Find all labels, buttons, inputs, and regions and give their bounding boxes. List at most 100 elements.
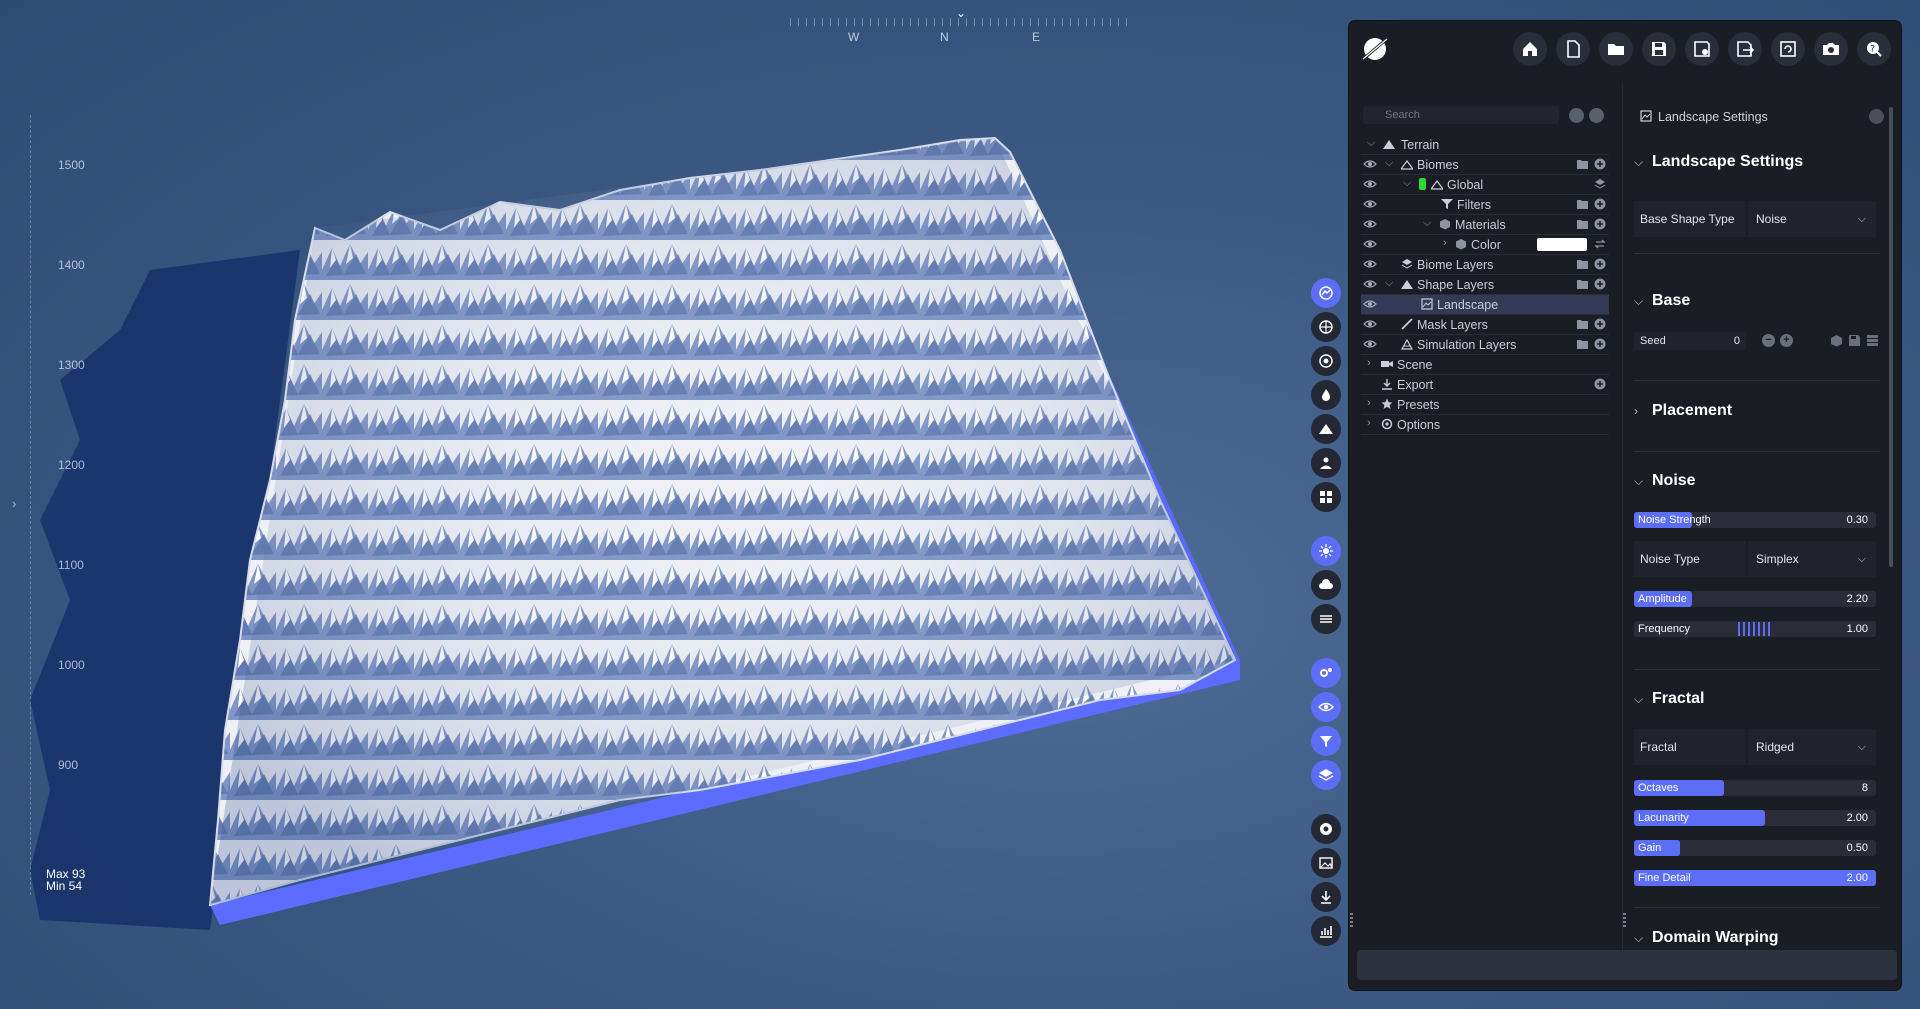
settings-scrollbar[interactable] xyxy=(1889,107,1893,567)
amplitude-slider[interactable]: Amplitude 2.20 xyxy=(1634,591,1876,607)
tree-item-scene[interactable]: › Scene xyxy=(1361,355,1609,375)
add-icon[interactable] xyxy=(1594,218,1606,230)
pane-divider[interactable] xyxy=(1622,83,1623,953)
chevron-right-icon[interactable]: › xyxy=(1367,397,1371,409)
stack-icon[interactable] xyxy=(1866,334,1879,347)
search-input[interactable] xyxy=(1363,106,1559,124)
fractal-field[interactable]: Fractal Ridged ⌵ xyxy=(1634,729,1880,765)
noise-strength-slider[interactable]: Noise Strength 0.30 xyxy=(1634,512,1876,528)
mountain-tool-icon[interactable] xyxy=(1311,414,1341,444)
chevron-right-icon[interactable]: › xyxy=(12,496,16,511)
chevron-down-icon[interactable]: ⌵ xyxy=(1385,277,1393,290)
command-input[interactable] xyxy=(1357,950,1897,980)
eye-icon[interactable] xyxy=(1363,298,1377,310)
tree-item-presets[interactable]: › Presets xyxy=(1361,395,1609,415)
tree-item-options[interactable]: › Options xyxy=(1361,415,1609,435)
section-placement[interactable]: › Placement xyxy=(1634,402,1732,420)
terrain-tool-icon[interactable] xyxy=(1311,278,1341,308)
chevron-down-icon[interactable]: ⌵ xyxy=(1403,177,1411,190)
folder-icon[interactable] xyxy=(1577,319,1588,329)
folder-icon[interactable] xyxy=(1577,159,1588,169)
lacunarity-slider[interactable]: Lacunarity 2.00 xyxy=(1634,810,1876,826)
stats-tool-icon[interactable] xyxy=(1311,916,1341,946)
decrement-icon[interactable]: − xyxy=(1762,334,1775,347)
chevron-down-icon[interactable]: ⌵ xyxy=(1385,157,1393,170)
tree-item-global[interactable]: ⌵ Global xyxy=(1361,175,1609,195)
tree-item-filters[interactable]: Filters xyxy=(1361,195,1609,215)
noise-type-field[interactable]: Noise Type Simplex ⌵ xyxy=(1634,541,1880,577)
add-icon[interactable] xyxy=(1594,158,1606,170)
eye-icon[interactable] xyxy=(1363,258,1377,270)
gain-slider[interactable]: Gain 0.50 xyxy=(1634,840,1876,856)
eye-icon[interactable] xyxy=(1363,218,1377,230)
globe-tool-icon[interactable] xyxy=(1311,312,1341,342)
layers-tool-icon[interactable] xyxy=(1311,760,1341,790)
image-tool-icon[interactable] xyxy=(1311,848,1341,878)
section-fractal[interactable]: ⌵ Fractal xyxy=(1634,690,1704,708)
camera-icon[interactable] xyxy=(1814,32,1848,66)
folder-icon[interactable] xyxy=(1577,219,1588,229)
tree-item-color[interactable]: › Color xyxy=(1361,235,1609,255)
compass[interactable]: ⌄ W N E xyxy=(790,6,1130,44)
eye-icon[interactable] xyxy=(1363,278,1377,290)
download-tool-icon[interactable] xyxy=(1311,882,1341,912)
tree-item-landscape[interactable]: Landscape xyxy=(1361,295,1609,315)
settings-cog-tool-icon[interactable] xyxy=(1311,658,1341,688)
eye-icon[interactable] xyxy=(1363,198,1377,210)
tree-item-terrain[interactable]: ⌵ Terrain xyxy=(1361,135,1609,155)
resize-grip-icon[interactable] xyxy=(1350,913,1353,927)
terrain-render[interactable] xyxy=(0,0,1340,1009)
home-icon[interactable] xyxy=(1513,32,1547,66)
add-icon[interactable] xyxy=(1594,338,1606,350)
tree-item-biome-layers[interactable]: Biome Layers xyxy=(1361,255,1609,275)
fine-detail-slider[interactable]: Fine Detail 2.00 xyxy=(1634,870,1876,886)
section-noise[interactable]: ⌵ Noise xyxy=(1634,472,1696,490)
seed-field[interactable]: Seed 0 xyxy=(1634,332,1746,350)
tree-item-simulation-layers[interactable]: Simulation Layers xyxy=(1361,335,1609,355)
increment-icon[interactable]: + xyxy=(1780,334,1793,347)
collapse-all-icon[interactable] xyxy=(1569,108,1584,123)
tree-item-export[interactable]: Export xyxy=(1361,375,1609,395)
eye-icon[interactable] xyxy=(1363,338,1377,350)
section-domain-warping[interactable]: ⌵ Domain Warping xyxy=(1634,929,1779,947)
cloud-tool-icon[interactable] xyxy=(1311,570,1341,600)
chevron-down-icon[interactable]: ⌵ xyxy=(1423,217,1431,230)
refresh-icon[interactable] xyxy=(1771,32,1805,66)
base-shape-type-select[interactable]: Noise ⌵ xyxy=(1748,201,1876,237)
eye-icon[interactable] xyxy=(1363,178,1377,190)
open-folder-icon[interactable] xyxy=(1599,32,1633,66)
folder-icon[interactable] xyxy=(1577,259,1588,269)
add-icon[interactable] xyxy=(1594,278,1606,290)
expand-all-icon[interactable] xyxy=(1589,108,1604,123)
eye-tool-icon[interactable] xyxy=(1311,692,1341,722)
fire-tool-icon[interactable] xyxy=(1311,380,1341,410)
section-landscape-settings[interactable]: ⌵ Landscape Settings xyxy=(1634,153,1803,171)
eye-icon[interactable] xyxy=(1363,158,1377,170)
octaves-slider[interactable]: Octaves 8 xyxy=(1634,780,1876,796)
color-swatch[interactable] xyxy=(1537,238,1587,251)
render-tool-icon[interactable] xyxy=(1311,814,1341,844)
save-icon[interactable] xyxy=(1848,334,1861,347)
frequency-slider[interactable]: Frequency 1.00 xyxy=(1634,621,1876,637)
add-icon[interactable] xyxy=(1594,198,1606,210)
save-as-icon[interactable] xyxy=(1685,32,1719,66)
base-shape-type-field[interactable]: Base Shape Type Noise ⌵ xyxy=(1634,201,1880,237)
resize-grip-icon[interactable] xyxy=(1623,913,1626,927)
folder-icon[interactable] xyxy=(1577,339,1588,349)
water-tool-icon[interactable] xyxy=(1311,346,1341,376)
folder-icon[interactable] xyxy=(1577,199,1588,209)
new-file-icon[interactable] xyxy=(1556,32,1590,66)
filter-tool-icon[interactable] xyxy=(1311,726,1341,756)
chevron-right-icon[interactable]: › xyxy=(1443,237,1447,249)
eye-icon[interactable] xyxy=(1363,238,1377,250)
chevron-right-icon[interactable]: › xyxy=(1367,357,1371,369)
save-icon[interactable] xyxy=(1642,32,1676,66)
folder-icon[interactable] xyxy=(1577,279,1588,289)
sun-tool-icon[interactable] xyxy=(1311,536,1341,566)
tree-item-shape-layers[interactable]: ⌵ Shape Layers xyxy=(1361,275,1609,295)
add-icon[interactable] xyxy=(1594,318,1606,330)
noise-type-select[interactable]: Simplex ⌵ xyxy=(1748,541,1876,577)
export-icon[interactable] xyxy=(1728,32,1762,66)
swap-icon[interactable] xyxy=(1594,238,1606,250)
chevron-down-icon[interactable]: ⌵ xyxy=(1367,137,1375,150)
